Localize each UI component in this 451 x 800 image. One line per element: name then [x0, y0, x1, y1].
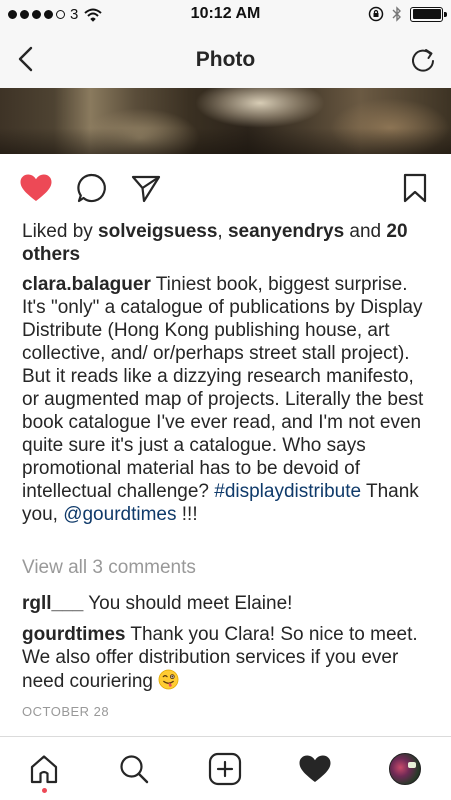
bottom-tab-bar: [0, 736, 451, 800]
rotation-lock-icon: [368, 6, 384, 22]
view-all-comments-link[interactable]: View all 3 comments: [22, 557, 196, 579]
post-actions: [0, 160, 451, 216]
comment-username[interactable]: rgll___: [22, 593, 83, 614]
caption-text: Tiniest book, biggest surprise. It's "on…: [22, 274, 424, 502]
caption-suffix: !!!: [176, 504, 198, 525]
likes-summary: Liked by solveigsuess, seanyendrys and 2…: [22, 220, 432, 266]
home-notification-dot: [42, 788, 47, 793]
post-caption: clara.balaguer Tiniest book, biggest sur…: [22, 273, 432, 526]
tab-profile[interactable]: [387, 751, 423, 787]
refresh-icon[interactable]: [409, 46, 437, 74]
like-button[interactable]: [18, 170, 54, 206]
comment-button[interactable]: [74, 170, 110, 206]
avatar: [389, 753, 421, 785]
tab-search[interactable]: [116, 751, 152, 787]
post-date: OCTOBER 28: [22, 704, 110, 719]
share-button[interactable]: [128, 170, 164, 206]
tab-activity[interactable]: [297, 751, 333, 787]
likes-separator: ,: [217, 221, 228, 242]
comment-item: rgll___ You should meet Elaine!: [22, 592, 432, 615]
status-bar: 3 10:12 AM: [0, 0, 451, 30]
save-button[interactable]: [397, 170, 433, 206]
comment-text: You should meet Elaine!: [83, 593, 293, 614]
search-icon: [120, 755, 149, 784]
hashtag-link[interactable]: #displaydistribute: [214, 481, 361, 502]
heart-filled-icon: [20, 174, 52, 201]
liker-link[interactable]: solveigsuess: [98, 221, 217, 242]
mention-link[interactable]: @gourdtimes: [63, 504, 176, 525]
likes-prefix: Liked by: [22, 221, 99, 242]
winking-tongue-emoji-icon: [158, 669, 179, 690]
tab-home[interactable]: [26, 751, 62, 787]
paper-plane-icon: [131, 175, 161, 203]
add-post-icon: [208, 752, 242, 786]
home-icon: [30, 755, 58, 784]
comment-username[interactable]: gourdtimes: [22, 624, 125, 645]
heart-icon: [299, 755, 331, 782]
bluetooth-icon: [392, 6, 401, 22]
status-right: [368, 6, 447, 22]
back-chevron-icon[interactable]: [14, 44, 38, 74]
nav-bar: Photo: [0, 30, 451, 88]
post-photo[interactable]: [0, 88, 451, 154]
caption-username[interactable]: clara.balaguer: [22, 274, 151, 295]
tab-add-post[interactable]: [207, 751, 243, 787]
battery-icon: [410, 6, 447, 22]
liker-link[interactable]: seanyendrys: [228, 221, 344, 242]
comment-item: gourdtimes Thank you Clara! So nice to m…: [22, 623, 432, 693]
page-title: Photo: [195, 48, 256, 71]
bookmark-icon: [403, 173, 427, 203]
comment-bubble-icon: [77, 173, 106, 203]
likes-and: and: [344, 221, 387, 242]
